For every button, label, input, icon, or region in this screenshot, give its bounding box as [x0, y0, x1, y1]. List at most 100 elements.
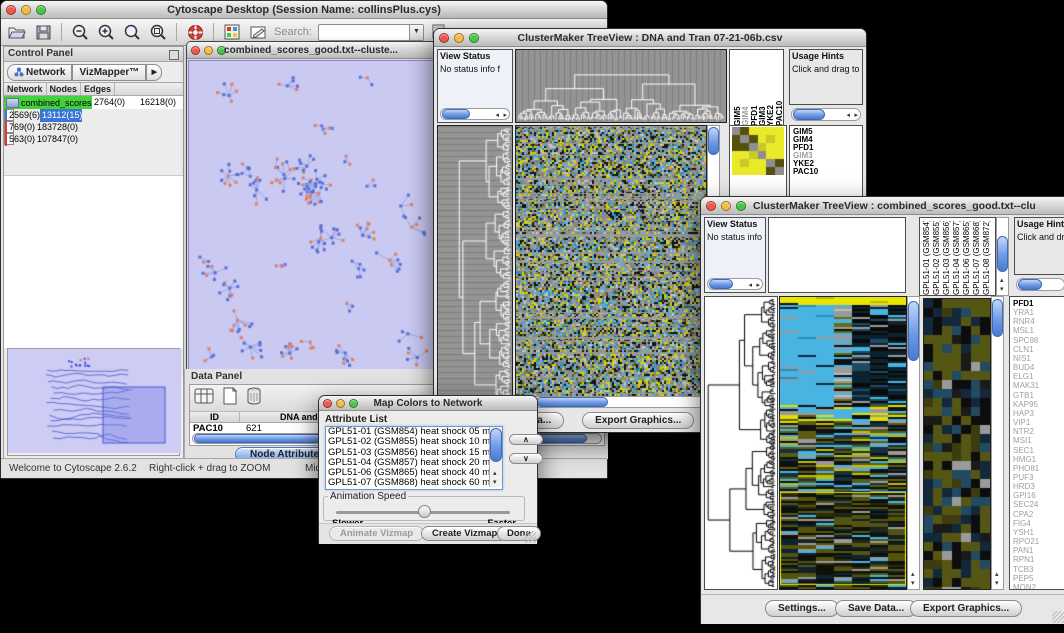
gene-label[interactable]: CPA2	[1013, 510, 1064, 519]
network-overview-canvas[interactable]	[8, 349, 181, 453]
minimize-icon[interactable]	[21, 5, 31, 15]
help-lifering-icon[interactable]	[185, 22, 205, 42]
scrollbar-thumb[interactable]	[997, 236, 1008, 272]
select-attributes-icon[interactable]	[194, 387, 214, 410]
tv1-row-dendrogram[interactable]	[437, 125, 513, 405]
tab-overflow-arrow[interactable]: ▶	[146, 64, 162, 81]
cytoscape-titlebar[interactable]: Cytoscape Desktop (Session Name: collins…	[1, 1, 607, 19]
network-view-window-1[interactable]: combined_scores_good.txt--cluste...	[186, 41, 436, 373]
scroll-down-icon[interactable]: ▾	[493, 477, 497, 488]
gene-label[interactable]: MAK31	[1013, 381, 1064, 390]
column-label[interactable]: GPL51-06 (GSM865)	[962, 221, 972, 295]
zoom-fit-icon[interactable]	[148, 22, 168, 42]
search-dropdown-icon[interactable]: ▼	[409, 25, 423, 40]
network-overview-panel[interactable]	[7, 348, 180, 456]
gene-label[interactable]: RPN1	[1013, 555, 1064, 564]
tv1-global-heatmap[interactable]	[515, 125, 707, 405]
zoom-out-icon[interactable]	[70, 22, 90, 42]
gene-label[interactable]: PAN1	[1013, 546, 1064, 555]
gene-label[interactable]: SEC24	[1013, 500, 1064, 509]
move-up-button[interactable]: ∧	[509, 434, 543, 445]
settings-button[interactable]: Settings...	[765, 600, 839, 617]
gene-label[interactable]: MSL1	[1013, 326, 1064, 335]
gene-label[interactable]: FIG4	[1013, 519, 1064, 528]
network-row[interactable]: RNAPuberNov2+ 563(0) 107847(0)	[4, 133, 14, 145]
gene-label[interactable]: TCB3	[1013, 565, 1064, 574]
export-graphics-button[interactable]: Export Graphics...	[910, 600, 1022, 617]
minimize-icon[interactable]	[454, 33, 464, 43]
gene-label[interactable]: NIS1	[1013, 354, 1064, 363]
gene-label[interactable]: ELG1	[1013, 372, 1064, 381]
scrollbar-thumb[interactable]	[442, 109, 470, 119]
column-header[interactable]: Edges	[81, 83, 115, 95]
network-window-1-titlebar[interactable]: combined_scores_good.txt--cluste...	[187, 42, 435, 59]
create-vizmap-button[interactable]: Create Vizmap	[421, 526, 508, 541]
gene-label[interactable]: YSH1	[1013, 528, 1064, 537]
scrollbar-thumb[interactable]	[992, 299, 1003, 337]
scrollbar-thumb[interactable]	[908, 301, 919, 361]
minimize-icon[interactable]	[336, 399, 345, 408]
move-down-button[interactable]: ∨	[509, 453, 543, 464]
tv2-usage-hscrollbar[interactable]	[1016, 278, 1064, 291]
scrollbar-thumb[interactable]	[1018, 279, 1042, 290]
animate-vizmap-button[interactable]: Animate Vizmap	[329, 526, 424, 541]
column-label[interactable]: GIM4	[741, 54, 749, 126]
close-icon[interactable]	[191, 46, 200, 55]
attribute-vscrollbar[interactable]: ▴ ▾	[489, 427, 502, 487]
id-column-header[interactable]: ID	[190, 412, 240, 422]
gene-label[interactable]: KAP95	[1013, 400, 1064, 409]
tv2-zoom-heatmap[interactable]	[923, 298, 991, 590]
tv1-column-dendrogram[interactable]	[515, 49, 727, 123]
gene-label[interactable]: RNR4	[1013, 317, 1064, 326]
speed-slider-thumb[interactable]	[418, 505, 431, 518]
map-colors-dialog[interactable]: Map Colors to Network Attribute List GPL…	[318, 395, 538, 544]
view-status-hscrollbar[interactable]: ◂ ▸	[440, 108, 510, 120]
network-row[interactable]: combined_sco 2569(6) 13112(15)	[4, 109, 14, 121]
zoom-in-icon[interactable]	[96, 22, 116, 42]
float-panel-icon[interactable]	[169, 50, 179, 60]
scroll-right-icon[interactable]: ▸	[503, 110, 507, 121]
minimize-icon[interactable]	[721, 201, 731, 211]
tv2-collabel-vscrollbar[interactable]: ▴ ▾	[996, 217, 1009, 296]
export-graphics-button[interactable]: Export Graphics...	[582, 412, 694, 429]
resize-grip[interactable]	[1052, 611, 1064, 623]
tv2-row-dendrogram[interactable]	[704, 296, 778, 590]
scroll-down-icon[interactable]: ▾	[911, 578, 915, 589]
scrollbar-thumb[interactable]	[709, 279, 733, 289]
row-dendrogram-canvas[interactable]	[438, 126, 512, 404]
map-dialog-titlebar[interactable]: Map Colors to Network	[319, 396, 537, 411]
save-icon[interactable]	[33, 22, 53, 42]
network-tree-empty-area[interactable]	[4, 175, 183, 348]
scroll-left-icon[interactable]: ◂	[748, 280, 752, 291]
new-attribute-icon[interactable]	[222, 387, 238, 410]
column-label[interactable]: GPL51-07 (GSM868)	[972, 221, 982, 295]
scroll-left-icon[interactable]: ◂	[846, 110, 850, 121]
close-icon[interactable]	[706, 201, 716, 211]
global-heatmap-canvas[interactable]	[516, 126, 706, 404]
tv2-global-heatmap[interactable]	[779, 296, 907, 590]
gene-label[interactable]: HRD3	[1013, 482, 1064, 491]
tv2-heatmap-vscrollbar[interactable]: ▴ ▾	[907, 296, 920, 590]
scroll-down-icon[interactable]: ▾	[1000, 284, 1004, 295]
close-icon[interactable]	[439, 33, 449, 43]
treeview2-titlebar[interactable]: ClusterMaker TreeView : combined_scores_…	[701, 197, 1064, 215]
column-label[interactable]: GPL51-04 (GSM857)	[952, 221, 962, 295]
row-dendrogram-canvas[interactable]	[705, 297, 777, 589]
open-file-icon[interactable]	[7, 22, 27, 42]
resize-grip[interactable]	[524, 531, 536, 543]
network-row[interactable]: combined_scores 2764(0) 16218(0)	[4, 96, 183, 109]
column-label[interactable]: GPL51-01 (GSM854)	[922, 221, 932, 295]
tv2-column-tree-area[interactable]	[768, 217, 906, 293]
global-heatmap-canvas[interactable]	[780, 297, 906, 589]
search-input[interactable]: ▼	[318, 24, 424, 41]
scrollbar-thumb[interactable]	[490, 428, 502, 462]
tv1-usage-hscrollbar[interactable]: ◂ ▸	[791, 108, 861, 121]
zoom-heatmap-canvas[interactable]	[924, 299, 990, 589]
gene-label[interactable]: PAC10	[793, 168, 862, 176]
gene-label[interactable]: NTR2	[1013, 427, 1064, 436]
gene-label[interactable]: HAP3	[1013, 409, 1064, 418]
zoom-window-icon[interactable]	[736, 201, 746, 211]
gene-label[interactable]: VIP1	[1013, 418, 1064, 427]
gene-label[interactable]: PFD1	[1013, 299, 1064, 308]
scrollbar-thumb[interactable]	[536, 397, 608, 407]
